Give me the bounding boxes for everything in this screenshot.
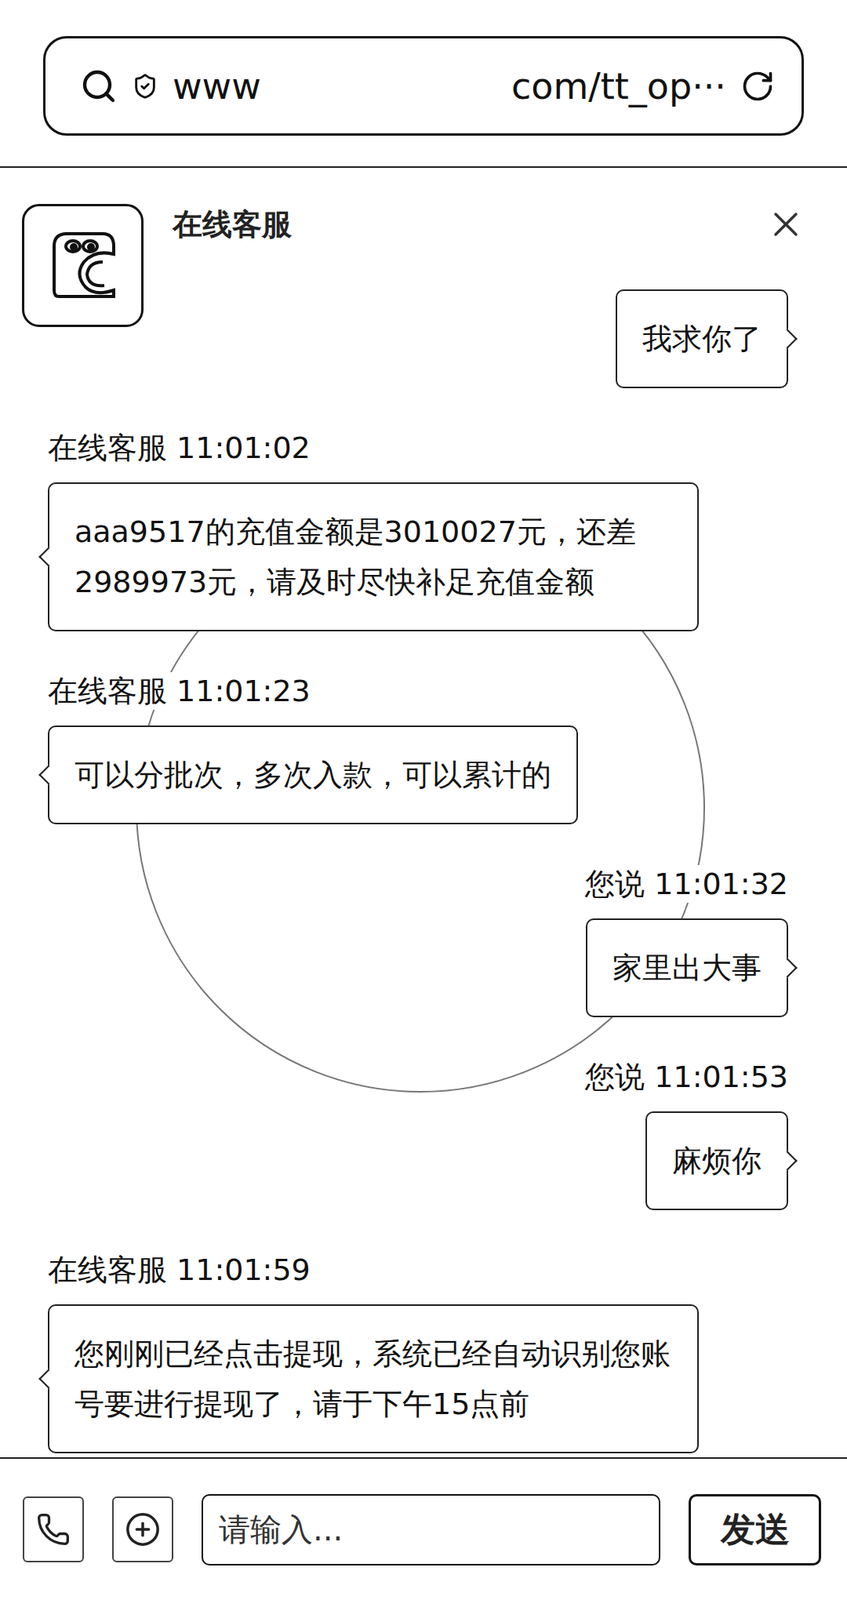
message-meta: 在线客服 11:01:23 <box>47 672 311 710</box>
chat-header: 在线客服 <box>0 167 847 247</box>
search-icon <box>79 67 118 106</box>
message-bubble: 麻烦你 <box>645 1111 789 1211</box>
chat-title: 在线客服 <box>172 204 292 245</box>
message-group: 我求你了 <box>47 289 789 389</box>
message-bubble: 我求你了 <box>615 289 789 389</box>
url-suffix: com/tt_op··· <box>511 65 727 108</box>
refresh-icon[interactable] <box>740 69 775 104</box>
call-button[interactable] <box>22 1496 84 1563</box>
message-meta: 您说 11:01:32 <box>585 865 789 903</box>
address-bar[interactable]: www com/tt_op··· <box>43 36 804 136</box>
message-group: 您说 11:01:53 麻烦你 <box>47 1057 789 1211</box>
message-group: 在线客服 11:01:23 可以分批次，多次入款，可以累计的 <box>47 672 789 825</box>
message-list: 我求你了在线客服 11:01:02 aaa9517的充值金额是3010027元，还… <box>0 246 847 1454</box>
message-group: 在线客服 11:01:02 aaa9517的充值金额是3010027元，还差298… <box>47 428 789 632</box>
plus-icon <box>124 1511 161 1548</box>
browser-toolbar: www com/tt_op··· <box>0 0 847 168</box>
message-bubble: 家里出大事 <box>585 918 789 1018</box>
service-logo <box>21 203 144 328</box>
close-icon <box>765 203 807 245</box>
url-prefix: www <box>172 65 262 108</box>
message-bubble: 您刚刚已经点击提现，系统已经自动识别您账号要进行提现了，请于下午15点前 <box>47 1304 699 1454</box>
message-bubble: aaa9517的充值金额是3010027元，还差2989973元，请及时尽快补足… <box>47 482 699 632</box>
chat-page: www com/tt_op··· 在线客服我求你了在线客服 11:01:02 aaa9… <box>0 0 847 1600</box>
logo-icon <box>39 222 127 309</box>
message-group: 在线客服 11:01:59 您刚刚已经点击提现，系统已经自动识别您账号要进行提现了… <box>47 1250 789 1454</box>
shield-icon <box>131 72 159 100</box>
close-button[interactable] <box>763 202 808 247</box>
message-group: 您说 11:01:32 家里出大事 <box>47 865 789 1018</box>
send-button[interactable]: 发送 <box>688 1494 822 1566</box>
input-bar: 发送 <box>0 1457 847 1600</box>
message-meta: 在线客服 11:01:59 <box>47 1250 311 1289</box>
message-meta: 您说 11:01:53 <box>585 1057 789 1096</box>
message-meta: 在线客服 11:01:02 <box>47 428 311 467</box>
phone-icon <box>36 1512 71 1547</box>
message-input[interactable] <box>201 1494 661 1566</box>
chat-panel: 在线客服我求你了在线客服 11:01:02 aaa9517的充值金额是301002… <box>0 167 847 1458</box>
message-bubble: 可以分批次，多次入款，可以累计的 <box>47 725 578 825</box>
add-button[interactable] <box>112 1496 174 1563</box>
